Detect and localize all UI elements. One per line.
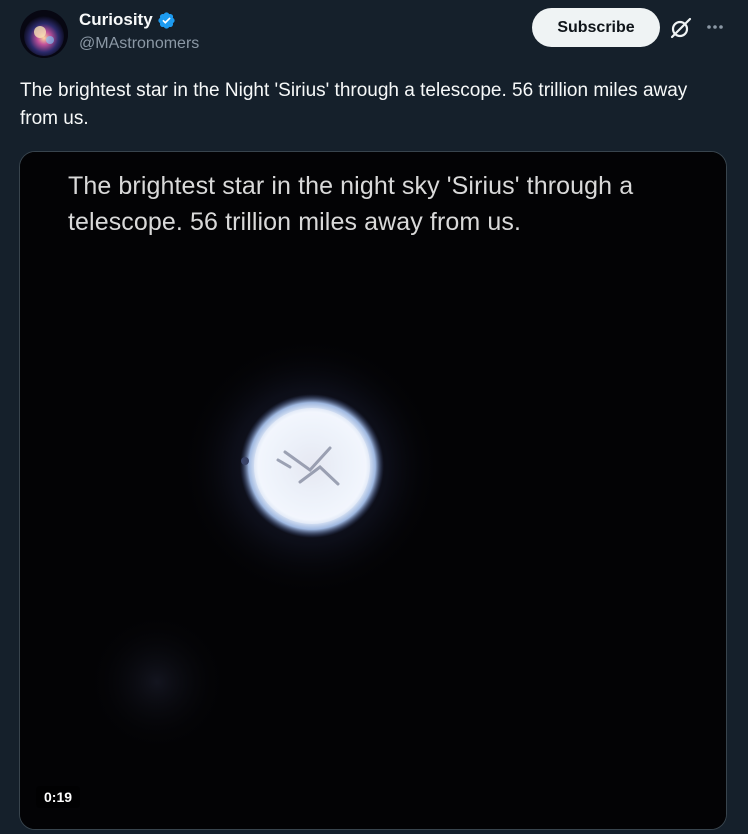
galaxy-avatar-icon xyxy=(20,10,68,58)
display-name[interactable]: Curiosity xyxy=(79,10,153,30)
video-duration: 0:19 xyxy=(36,786,81,808)
video-caption: The brightest star in the night sky 'Sir… xyxy=(68,172,634,236)
more-options-icon[interactable] xyxy=(704,16,726,38)
subscribe-button[interactable]: Subscribe xyxy=(532,8,660,47)
grok-icon[interactable] xyxy=(669,16,693,40)
avatar[interactable] xyxy=(20,10,68,58)
sirius-star-image xyxy=(20,152,726,829)
author-info: Curiosity @MAstronomers xyxy=(79,9,199,53)
video-player[interactable]: The brightest star in the night sky 'Sir… xyxy=(19,151,727,830)
tweet-header: Curiosity @MAstronomers Subscribe xyxy=(0,0,748,70)
verified-badge-icon xyxy=(158,11,175,29)
tweet-text: The brightest star in the Night 'Sirius'… xyxy=(20,80,688,129)
author-handle[interactable]: @MAstronomers xyxy=(79,35,199,53)
